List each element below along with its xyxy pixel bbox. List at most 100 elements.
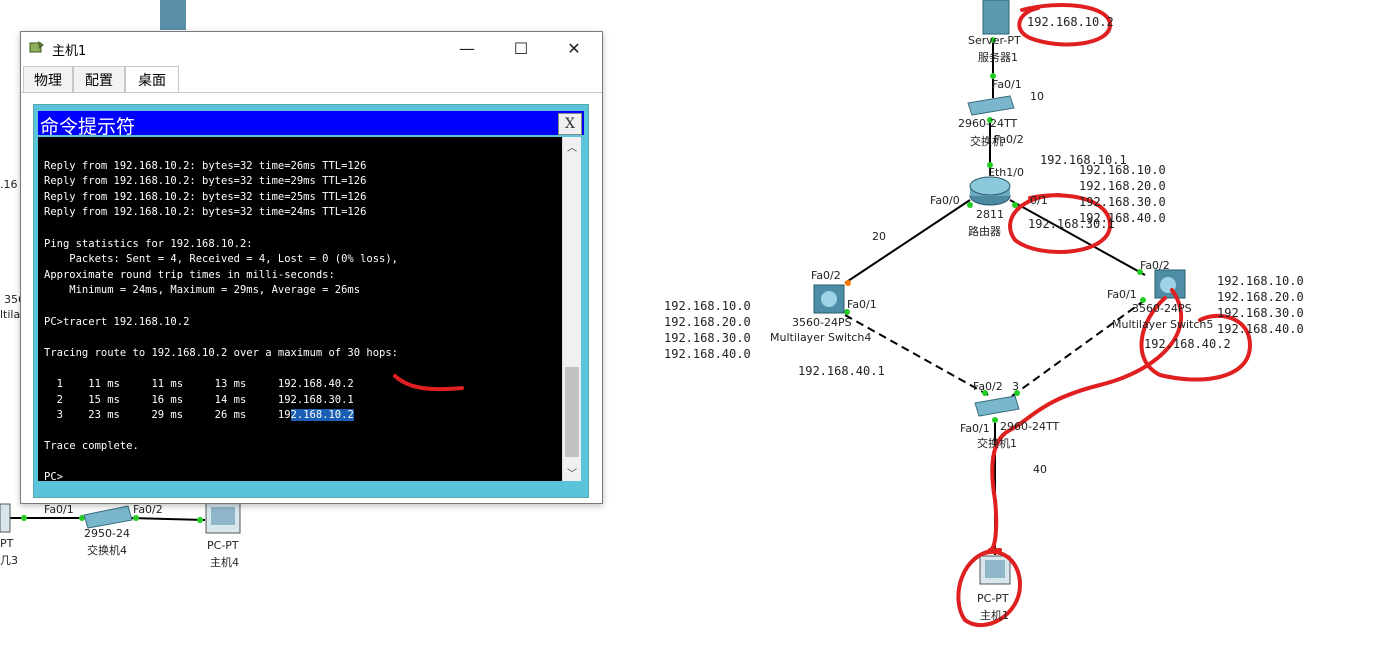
router-port-right: 0/1 bbox=[1030, 194, 1048, 207]
router-icon[interactable] bbox=[969, 176, 1011, 206]
router-model: 2811 bbox=[976, 208, 1004, 221]
minimize-button[interactable]: — bbox=[444, 32, 490, 64]
multilayer-switch4-icon[interactable] bbox=[813, 284, 845, 314]
switch4-port-left: Fa0/1 bbox=[44, 503, 74, 516]
maximize-button[interactable]: ☐ bbox=[498, 32, 544, 64]
switch1-port-top2: 3 bbox=[1012, 380, 1019, 393]
terminal-line: Reply from 192.168.10.2: bytes=32 time=2… bbox=[44, 175, 367, 188]
route-entry: 192.168.30.0 bbox=[1217, 306, 1304, 320]
route-entry: 192.168.10.0 bbox=[1079, 163, 1166, 177]
switch-top-icon[interactable] bbox=[967, 95, 1015, 116]
switch-top-port-up: Fa0/1 bbox=[992, 78, 1022, 91]
router-port-top: Eth1/0 bbox=[988, 166, 1024, 179]
left-name-fragment: ltila bbox=[0, 308, 21, 321]
mls4-ip: 192.168.40.1 bbox=[798, 364, 885, 378]
tab-config[interactable]: 配置 bbox=[73, 66, 125, 92]
command-prompt-panel: 命令提示符 X Reply from 192.168.10.2: bytes=3… bbox=[33, 104, 589, 498]
mls5-ip: 192.168.40.2 bbox=[1144, 337, 1231, 351]
multilayer-switch5-icon[interactable] bbox=[1154, 269, 1186, 299]
mls5-port-left: Fa0/1 bbox=[1107, 288, 1137, 301]
tab-physical[interactable]: 物理 bbox=[23, 66, 73, 92]
cmd-close-button[interactable]: X bbox=[558, 113, 582, 135]
switch-top-model: 2960-24TT bbox=[958, 117, 1018, 130]
cmd-title: 命令提示符 bbox=[40, 116, 136, 138]
server-ip-label: 192.168.10.2 bbox=[1027, 15, 1114, 29]
terminal-text: Reply from 192.168.10.2: bytes=32 time=2… bbox=[44, 143, 398, 486]
pc4-name: 主机4 bbox=[210, 556, 239, 569]
router-name: 路由器 bbox=[968, 225, 1001, 238]
terminal-line: Trace complete. bbox=[44, 440, 139, 453]
terminal-line: Reply from 192.168.10.2: bytes=32 time=2… bbox=[44, 190, 367, 203]
route-entry: 192.168.10.0 bbox=[1217, 274, 1304, 288]
device-stub bbox=[160, 0, 186, 30]
terminal-line: Minimum = 24ms, Maximum = 29ms, Average … bbox=[44, 284, 361, 297]
route-entry: 192.168.40.0 bbox=[1217, 322, 1304, 336]
scroll-thumb[interactable] bbox=[565, 367, 579, 457]
left-ip-fragment: .16 bbox=[0, 178, 18, 191]
terminal-output[interactable]: Reply from 192.168.10.2: bytes=32 time=2… bbox=[38, 137, 562, 483]
switch-top-port-down: Fa0/2 bbox=[994, 133, 1024, 146]
mls4-name: Multilayer Switch4 bbox=[770, 331, 872, 344]
mls5-name: Multilayer Switch5 bbox=[1112, 318, 1214, 331]
route-entry: 192.168.20.0 bbox=[1217, 290, 1304, 304]
switch4-name: 交换机4 bbox=[87, 544, 127, 557]
switch4-icon[interactable] bbox=[83, 505, 133, 529]
mls4-model: 3560-24PS bbox=[792, 316, 852, 329]
pc3-icon[interactable] bbox=[0, 503, 11, 533]
tab-divider bbox=[21, 92, 602, 93]
switch4-model: 2950-24 bbox=[84, 527, 130, 540]
terminal-line: Packets: Sent = 4, Received = 4, Lost = … bbox=[44, 253, 399, 266]
cmd-titlebar: 命令提示符 X bbox=[38, 111, 584, 138]
terminal-line: Tracing route to 192.168.10.2 over a max… bbox=[44, 346, 399, 359]
terminal-line: PC> bbox=[44, 471, 63, 484]
window-title: 主机1 bbox=[52, 44, 87, 59]
pc4-model: PC-PT bbox=[207, 539, 239, 552]
tab-desktop[interactable]: 桌面 bbox=[125, 66, 179, 93]
route-entry: 192.168.20.0 bbox=[664, 315, 751, 329]
terminal-scrollbar[interactable]: ︿ ﹀ bbox=[562, 137, 581, 481]
pc3-name-fragment: 几3 bbox=[0, 554, 18, 567]
route-entry: 192.168.30.0 bbox=[1079, 195, 1166, 209]
switch1-model: 2960-24TT bbox=[1000, 420, 1060, 433]
switch1-name: 交换机1 bbox=[977, 437, 1017, 450]
terminal-line: Approximate round trip times in milli-se… bbox=[44, 268, 335, 281]
link-label-20: 20 bbox=[872, 230, 886, 243]
pc1-icon[interactable] bbox=[979, 555, 1011, 585]
selected-text: 2.168.10.2 bbox=[290, 409, 354, 422]
pc3-model-fragment: PT bbox=[0, 537, 14, 550]
close-button[interactable]: ✕ bbox=[551, 32, 597, 64]
mls4-port-right: Fa0/1 bbox=[847, 298, 877, 311]
route-entry: 192.168.30.0 bbox=[664, 331, 751, 345]
server-icon[interactable] bbox=[982, 0, 1010, 35]
app-icon bbox=[29, 41, 44, 53]
pc1-window: 主机1 — ☐ ✕ 物理 配置 桌面 命令提示符 X Reply from 19… bbox=[20, 31, 603, 504]
router-port-left: Fa0/0 bbox=[930, 194, 960, 207]
terminal-line: 1 11 ms 11 ms 13 ms 192.168.40.2 bbox=[44, 377, 354, 390]
switch-top-vlan: 10 bbox=[1030, 90, 1044, 103]
scroll-up-icon[interactable]: ︿ bbox=[563, 137, 581, 155]
pc4-icon[interactable] bbox=[205, 502, 241, 534]
scroll-down-icon[interactable]: ﹀ bbox=[563, 463, 581, 481]
mls5-port-top: Fa0/2 bbox=[1140, 259, 1170, 272]
server-name-label: 服务器1 bbox=[978, 51, 1018, 64]
router-ip-right: 192.168.30.1 bbox=[1028, 217, 1115, 231]
window-titlebar[interactable]: 主机1 — ☐ ✕ bbox=[21, 32, 602, 64]
terminal-line: Reply from 192.168.10.2: bytes=32 time=2… bbox=[44, 159, 367, 172]
terminal-line: 3 23 ms 29 ms 26 ms 192.168.10.2 bbox=[44, 409, 354, 422]
mls4-routes: 192.168.10.0 192.168.20.0 192.168.30.0 1… bbox=[664, 298, 751, 362]
switch4-port-right: Fa0/2 bbox=[133, 503, 163, 516]
switch1-icon[interactable] bbox=[974, 395, 1020, 417]
mls4-port-top: Fa0/2 bbox=[811, 269, 841, 282]
terminal-line: Ping statistics for 192.168.10.2: bbox=[44, 237, 253, 250]
switch1-port-top: Fa0/2 bbox=[973, 380, 1003, 393]
mls5-model: 3560-24PS bbox=[1132, 302, 1192, 315]
switch1-port-bottom: Fa0/1 bbox=[960, 422, 990, 435]
terminal-line: PC>tracert 192.168.10.2 bbox=[44, 315, 190, 328]
terminal-line: Reply from 192.168.10.2: bytes=32 time=2… bbox=[44, 206, 367, 219]
mls5-routes: 192.168.10.0 192.168.20.0 192.168.30.0 1… bbox=[1217, 273, 1304, 337]
route-entry: 192.168.40.0 bbox=[664, 347, 751, 361]
terminal-line: 2 15 ms 16 ms 14 ms 192.168.30.1 bbox=[44, 393, 354, 406]
server-model-label: Server-PT bbox=[968, 34, 1021, 47]
route-entry: 192.168.10.0 bbox=[664, 299, 751, 313]
switch1-vlan: 40 bbox=[1033, 463, 1047, 476]
